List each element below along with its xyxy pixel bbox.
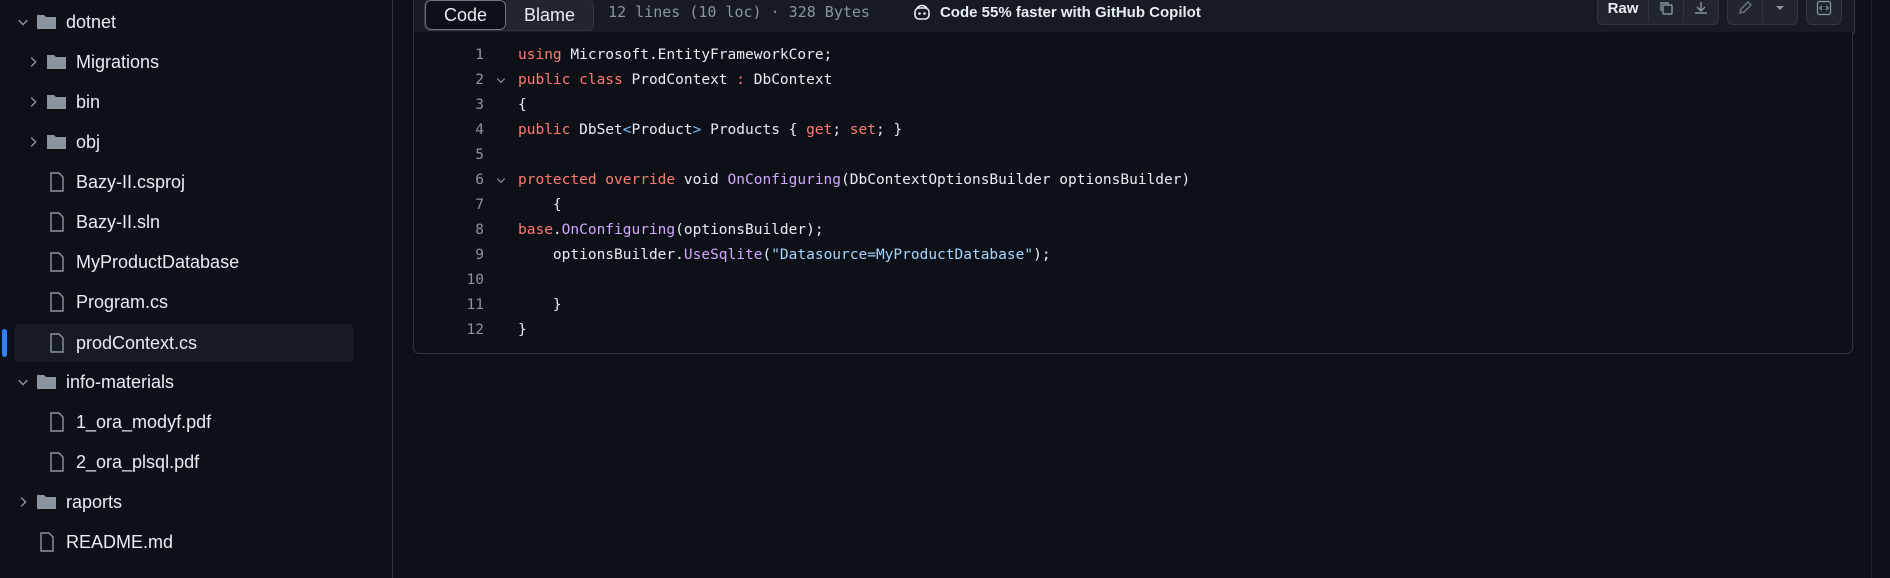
tree-item-migrations[interactable]: Migrations — [22, 43, 354, 81]
chevron-down-icon[interactable] — [12, 375, 34, 389]
tree-item-program-cs[interactable]: Program.cs — [44, 283, 354, 321]
file-icon — [44, 333, 70, 353]
file-meta: 12 lines (10 loc) · 328 Bytes — [608, 3, 870, 21]
fold-chevron-icon[interactable] — [484, 174, 518, 186]
page-scrollbar[interactable] — [1871, 0, 1890, 578]
line-number[interactable]: 6 — [414, 172, 484, 188]
line-number[interactable]: 8 — [414, 222, 484, 238]
folder-icon — [44, 93, 70, 111]
folder-icon — [34, 493, 60, 511]
pencil-icon[interactable] — [1728, 0, 1763, 22]
tree-item-dotnet[interactable]: dotnet — [12, 3, 354, 41]
file-icon — [44, 212, 70, 232]
copy-icon[interactable] — [1649, 0, 1684, 22]
folder-open-icon — [34, 373, 60, 391]
edit-group — [1727, 0, 1798, 25]
code-line: 5 — [414, 142, 518, 167]
line-number[interactable]: 7 — [414, 197, 484, 213]
code-line: 8 base. OnConfiguring (optionsBuilder); — [414, 217, 823, 242]
file-icon — [44, 412, 70, 432]
tab-blame[interactable]: Blame — [506, 0, 594, 30]
file-icon — [44, 292, 70, 312]
line-number[interactable]: 3 — [414, 97, 484, 113]
tree-item-bazy-sln[interactable]: Bazy-II.sln — [44, 203, 354, 241]
code-line: 11 } — [414, 292, 562, 317]
code-line: 4 public DbSet < Product > Products { get; … — [414, 117, 902, 142]
chevron-right-icon[interactable] — [22, 135, 44, 149]
tree-item-label: raports — [66, 491, 123, 512]
view-toggle: Code Blame — [424, 0, 595, 31]
download-icon[interactable] — [1684, 0, 1718, 22]
line-number[interactable]: 1 — [414, 47, 484, 63]
copilot-icon — [912, 3, 932, 21]
tree-item-ora-modyf[interactable]: 1_ora_modyf.pdf — [44, 403, 354, 441]
line-number[interactable]: 11 — [414, 297, 484, 313]
tree-item-label: info-materials — [66, 371, 175, 392]
folder-icon — [44, 133, 70, 151]
code-line: 10 — [414, 267, 518, 292]
tree-item-label: bin — [76, 91, 101, 112]
tree-item-label: dotnet — [66, 11, 117, 32]
code-line: 7 { — [414, 192, 561, 217]
file-icon — [44, 252, 70, 272]
file-icon — [34, 532, 60, 552]
line-number[interactable]: 4 — [414, 122, 484, 138]
code-line: 9 optionsBuilder. UseSqlite("Datasource=M… — [414, 242, 1050, 267]
file-toolbar: Code Blame 12 lines (10 loc) · 328 Bytes… — [413, 0, 1855, 34]
file-tree: dotnet Migrations bin obj Bazy-II.csproj… — [0, 0, 393, 578]
tree-item-label: MyProductDatabase — [76, 251, 240, 272]
tree-item-readme[interactable]: README.md — [34, 523, 354, 561]
tree-item-prodcontext-cs[interactable]: prodContext.cs — [14, 324, 354, 362]
line-number[interactable]: 9 — [414, 247, 484, 263]
code-line: 1 using Microsoft.EntityFrameworkCore; — [414, 42, 832, 67]
file-icon — [44, 172, 70, 192]
tree-item-label: prodContext.cs — [76, 332, 198, 353]
tree-item-label: 1_ora_modyf.pdf — [76, 411, 212, 432]
tree-item-bin[interactable]: bin — [22, 83, 354, 121]
tree-item-ora-plsql[interactable]: 2_ora_plsql.pdf — [44, 443, 354, 481]
file-actions: Raw — [1597, 0, 1842, 25]
file-icon — [44, 452, 70, 472]
copilot-promo[interactable]: Code 55% faster with GitHub Copilot — [912, 3, 1201, 21]
copilot-text: Code 55% faster with GitHub Copilot — [939, 3, 1201, 21]
code-line: 3{ — [414, 92, 526, 117]
tree-item-label: README.md — [66, 531, 174, 552]
chevron-right-icon[interactable] — [22, 95, 44, 109]
code-line: 6 protected override void OnConfiguring(… — [414, 167, 1190, 192]
raw-copy-download-group: Raw — [1597, 0, 1719, 25]
code-line: 2 public class ProdContext : DbContext — [414, 67, 832, 92]
fold-chevron-icon[interactable] — [484, 74, 518, 86]
line-number[interactable]: 2 — [414, 72, 484, 88]
code-line: 12} — [414, 317, 527, 342]
tab-code[interactable]: Code — [425, 0, 507, 30]
chevron-right-icon[interactable] — [12, 495, 34, 509]
chevron-right-icon[interactable] — [22, 55, 44, 69]
tree-item-label: Bazy-II.sln — [76, 211, 161, 232]
tree-item-bazy-csproj[interactable]: Bazy-II.csproj — [44, 163, 354, 201]
chevron-down-icon[interactable] — [1763, 0, 1797, 22]
tree-item-label: Program.cs — [76, 291, 169, 312]
file-view: Code Blame 12 lines (10 loc) · 328 Bytes… — [393, 0, 1890, 578]
tree-item-raports[interactable]: raports — [12, 483, 354, 521]
selected-indicator — [2, 329, 7, 357]
code-square-icon[interactable] — [1807, 0, 1841, 22]
tree-item-myproductdatabase[interactable]: MyProductDatabase — [44, 243, 354, 281]
tree-item-info-materials[interactable]: info-materials — [12, 363, 354, 401]
tree-item-label: obj — [76, 131, 101, 152]
tree-item-label: 2_ora_plsql.pdf — [76, 451, 200, 472]
tree-item-obj[interactable]: obj — [22, 123, 354, 161]
line-number[interactable]: 5 — [414, 147, 484, 163]
raw-button[interactable]: Raw — [1598, 0, 1649, 22]
line-number[interactable]: 12 — [414, 322, 484, 338]
folder-icon — [44, 53, 70, 71]
line-number[interactable]: 10 — [414, 272, 484, 288]
folder-open-icon — [34, 13, 60, 31]
symbols-group — [1806, 0, 1842, 25]
code-viewer: 1 using Microsoft.EntityFrameworkCore; 2p… — [413, 32, 1853, 354]
tree-item-label: Migrations — [76, 51, 160, 72]
chevron-down-icon[interactable] — [12, 15, 34, 29]
tree-item-label: Bazy-II.csproj — [76, 171, 186, 192]
